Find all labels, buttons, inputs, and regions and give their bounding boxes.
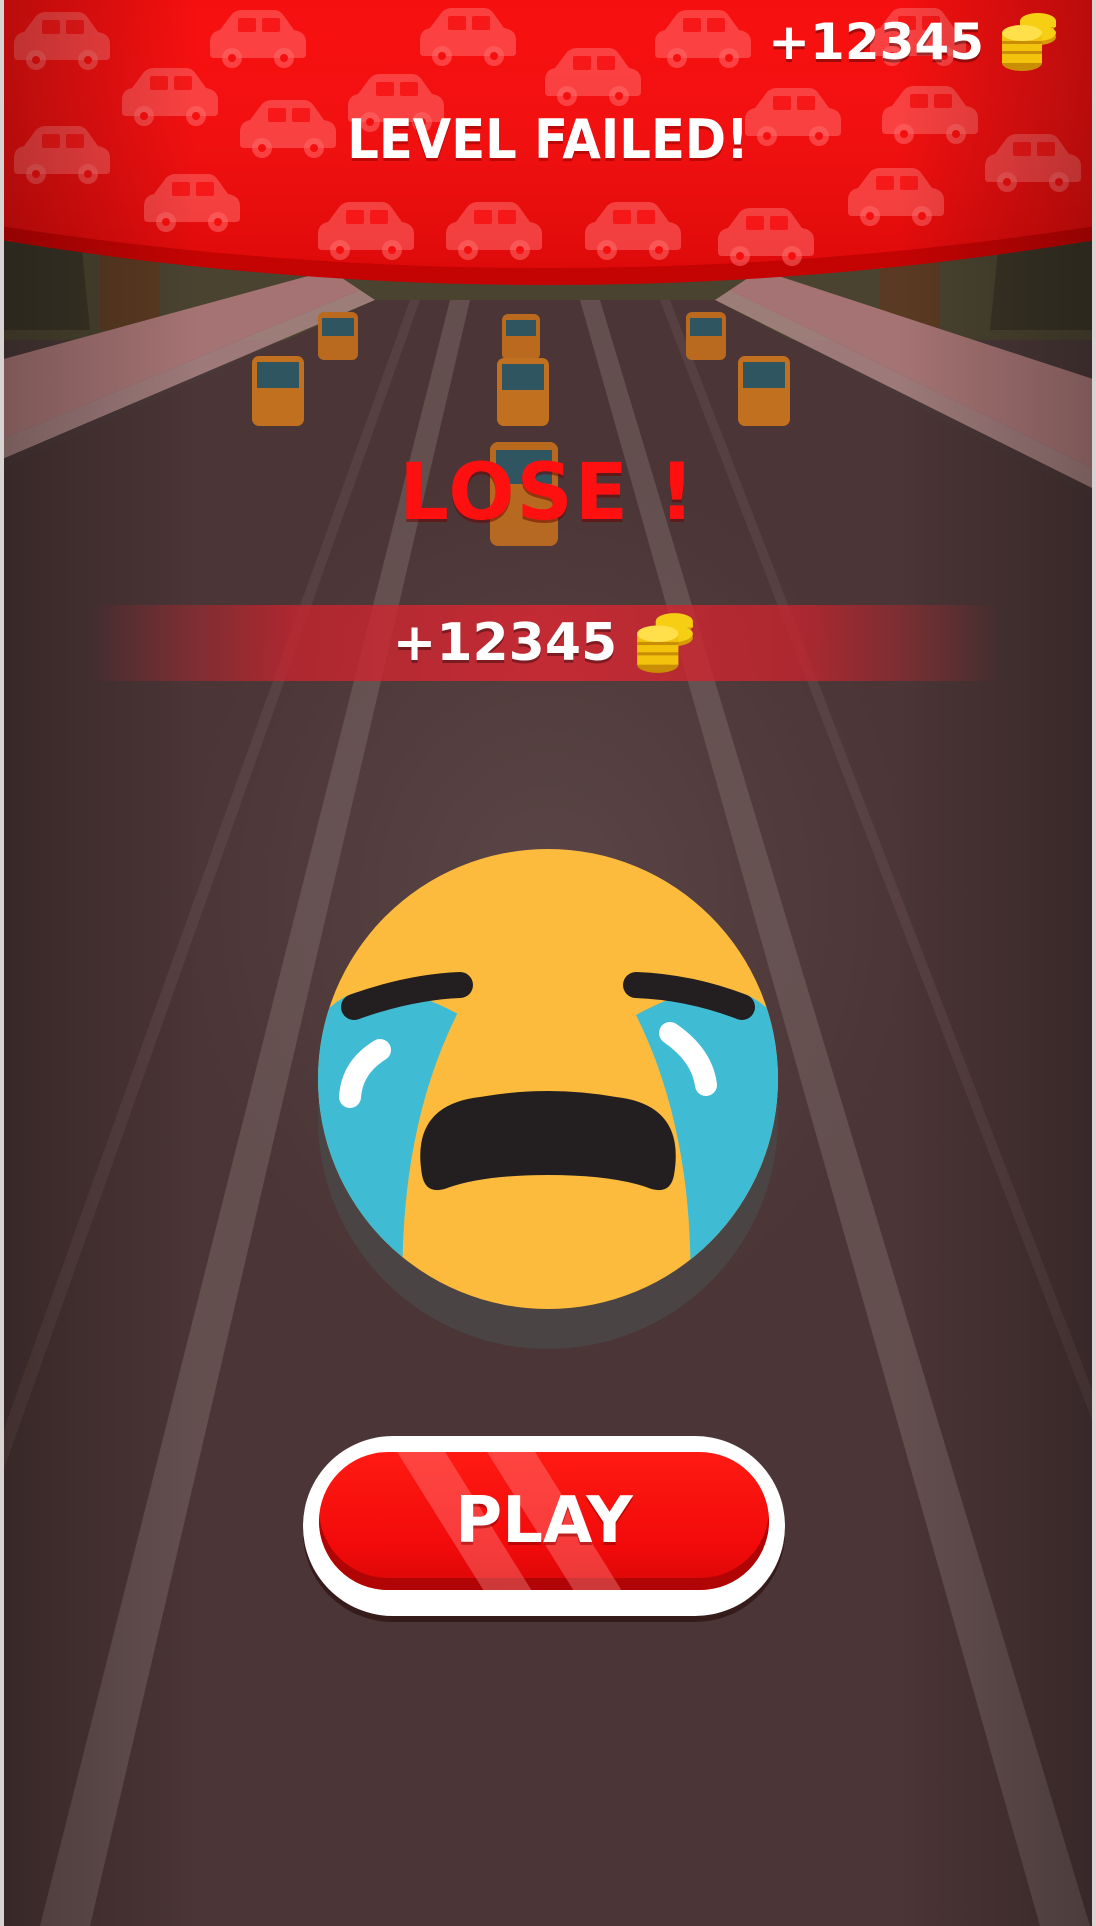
coin-stack-icon bbox=[637, 613, 694, 673]
coin-counter: +12345 bbox=[768, 10, 1060, 74]
play-label: PLAY bbox=[455, 1484, 633, 1558]
traffic-car bbox=[497, 358, 549, 426]
traffic-car bbox=[318, 312, 358, 360]
reward-strip: +12345 bbox=[90, 605, 1000, 681]
left-frame-border bbox=[0, 0, 4, 1926]
play-button-face[interactable]: PLAY bbox=[319, 1452, 769, 1590]
crying-face-icon bbox=[318, 849, 778, 1349]
traffic-car bbox=[252, 356, 304, 426]
coin-total: +12345 bbox=[768, 13, 984, 71]
lose-message: LOSE ! bbox=[399, 448, 697, 538]
right-frame-border bbox=[1092, 0, 1096, 1926]
reward-amount: +12345 bbox=[392, 613, 618, 673]
traffic-car bbox=[738, 356, 790, 426]
traffic-car bbox=[686, 312, 726, 360]
game-screen: LEVEL FAILED! +12345 LOSE ! +12345 PLAY bbox=[0, 0, 1096, 1926]
play-button[interactable]: PLAY bbox=[303, 1436, 785, 1616]
traffic-car bbox=[502, 314, 540, 360]
coin-stack-icon bbox=[1002, 13, 1056, 71]
level-failed-title: LEVEL FAILED! bbox=[347, 108, 749, 171]
